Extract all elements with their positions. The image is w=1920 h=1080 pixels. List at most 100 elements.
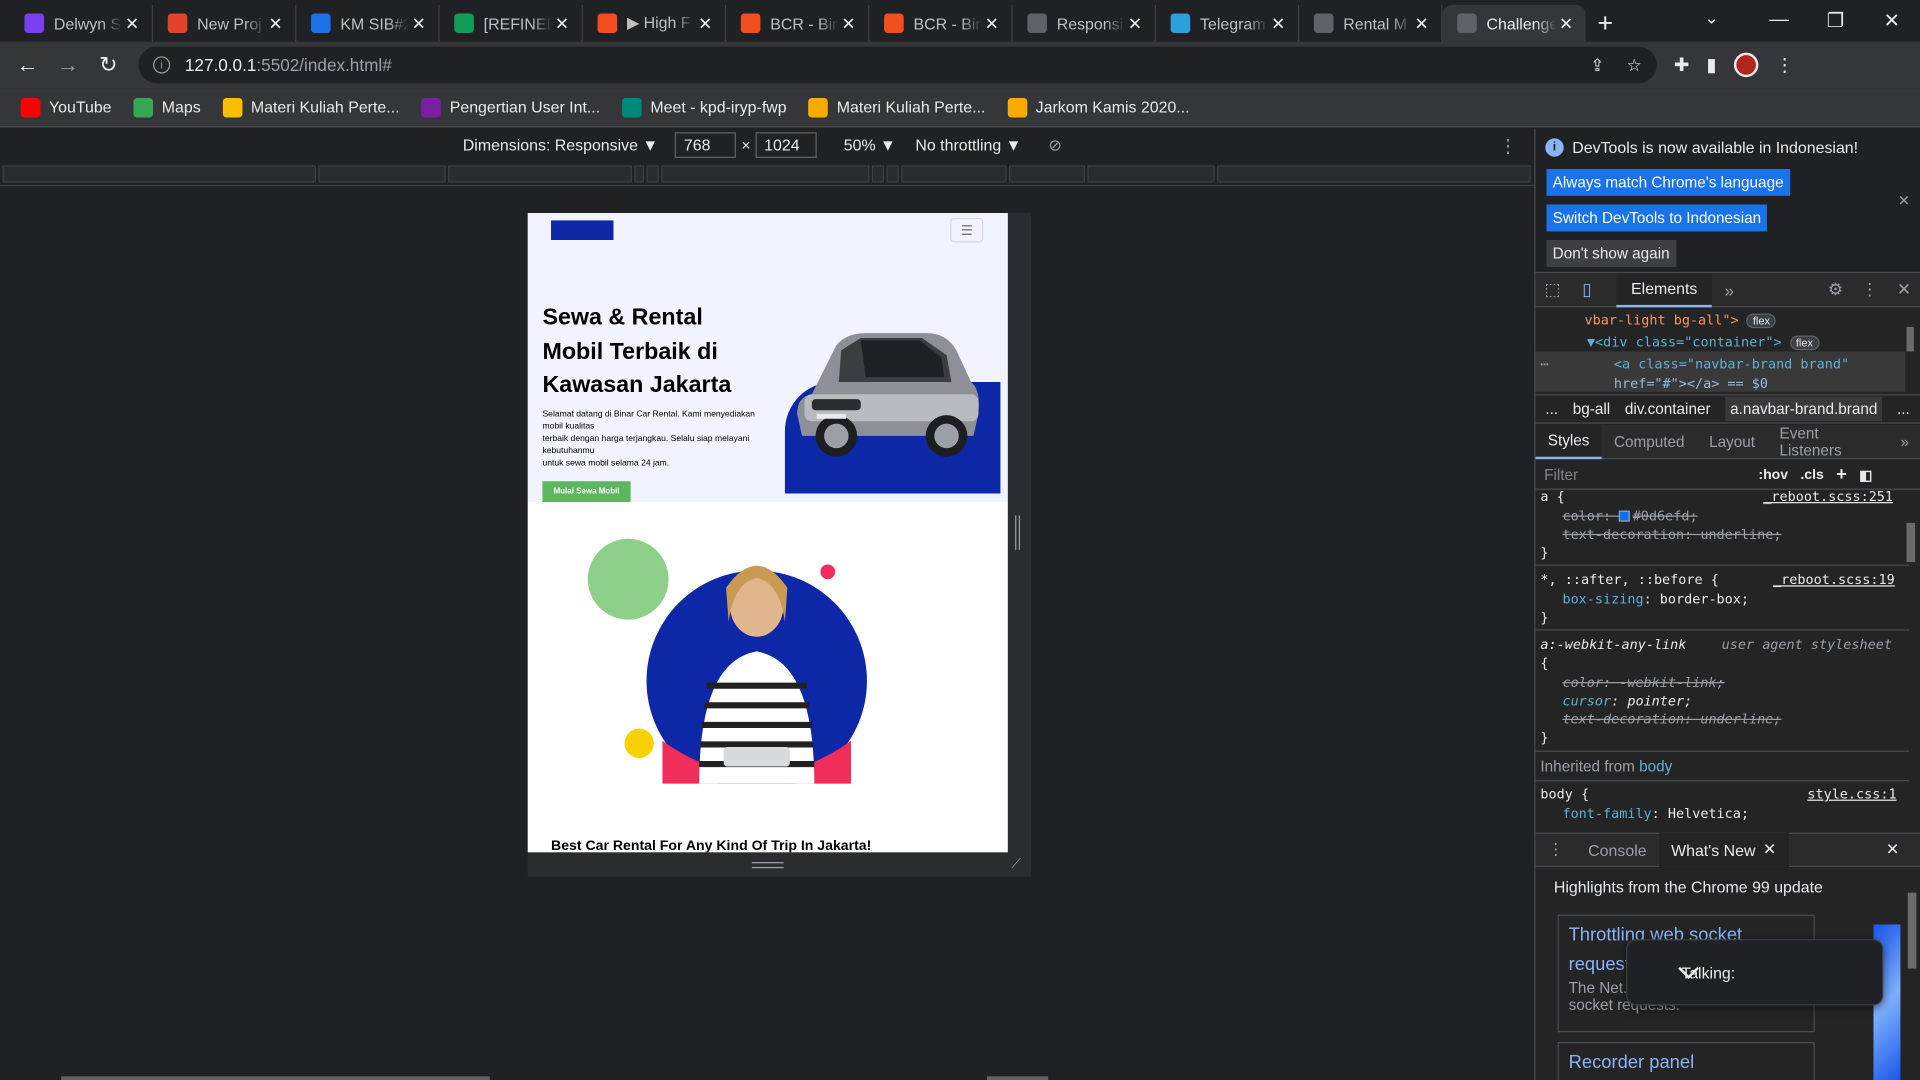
side-panel-icon[interactable]: ▮ bbox=[1706, 54, 1716, 76]
browser-tab[interactable]: [REFINED ✕ bbox=[440, 4, 583, 42]
match-language-button[interactable]: Always match Chrome's language bbox=[1546, 168, 1790, 196]
switch-language-button[interactable]: Switch DevTools to Indonesian bbox=[1546, 204, 1768, 232]
bookmark-star-icon[interactable]: ☆ bbox=[1627, 54, 1642, 75]
breadcrumb-item[interactable]: div.container bbox=[1625, 400, 1711, 417]
css-source-link[interactable]: _reboot.scss:19 bbox=[1773, 572, 1895, 588]
tab-close-icon[interactable]: ✕ bbox=[552, 13, 572, 34]
bookmark-item[interactable]: YouTube bbox=[10, 97, 123, 117]
close-devtools-icon[interactable]: ✕ bbox=[1887, 279, 1920, 300]
browser-tab[interactable]: Rental M ✕ bbox=[1299, 4, 1443, 42]
rotate-icon[interactable]: ⊘ bbox=[1048, 135, 1061, 155]
browser-tab[interactable]: Delwyn S ✕ bbox=[10, 4, 154, 42]
tab-close-icon[interactable]: ✕ bbox=[982, 13, 1002, 34]
new-rule-icon[interactable]: + bbox=[1836, 464, 1847, 485]
css-declaration[interactable]: color: #0d6efd; bbox=[1562, 508, 1697, 524]
settings-gear-icon[interactable]: ⚙ bbox=[1818, 279, 1852, 300]
tab-search-chevron-icon[interactable]: ⌄ bbox=[1705, 7, 1719, 28]
back-button[interactable]: ← bbox=[7, 45, 47, 85]
styles-subtab[interactable]: Layout bbox=[1697, 424, 1767, 458]
tab-close-icon[interactable]: ✕ bbox=[1412, 13, 1432, 34]
css-selector[interactable]: *, ::after, ::before { bbox=[1540, 572, 1718, 588]
tab-close-icon[interactable]: ✕ bbox=[266, 13, 286, 34]
browser-tab[interactable]: KM SIB#2 ✕ bbox=[296, 4, 440, 42]
tab-close-icon[interactable]: ✕ bbox=[122, 13, 142, 34]
css-selector[interactable]: a:-webkit-any-link bbox=[1540, 637, 1686, 653]
drawer-menu-icon[interactable]: ⋮ bbox=[1536, 840, 1576, 860]
bookmark-item[interactable]: Meet - kpd-iryp-fwp bbox=[611, 97, 797, 117]
css-selector[interactable]: a { bbox=[1540, 491, 1564, 504]
dont-show-again-button[interactable]: Don't show again bbox=[1546, 240, 1676, 267]
browser-tab[interactable]: Challenge ✕ bbox=[1442, 4, 1586, 42]
tab-close-icon[interactable]: ✕ bbox=[839, 13, 859, 34]
tab-elements[interactable]: Elements bbox=[1616, 272, 1713, 307]
tab-close-icon[interactable]: ✕ bbox=[1556, 13, 1576, 34]
share-icon[interactable]: ⇪ bbox=[1590, 54, 1604, 75]
resize-handle-corner-icon[interactable]: ⟋ bbox=[1011, 857, 1026, 872]
talking-toast[interactable]: Talking: bbox=[1626, 939, 1884, 1006]
profile-avatar[interactable] bbox=[1733, 52, 1759, 78]
styles-scrollbar[interactable] bbox=[1906, 462, 1917, 824]
css-source-link[interactable]: _reboot.scss:251 bbox=[1763, 491, 1893, 504]
infobar-close-icon[interactable]: ✕ bbox=[1898, 192, 1910, 209]
dom-line[interactable]: ▼<div class="container"> flex bbox=[1587, 334, 1820, 351]
styles-subtab[interactable]: Computed bbox=[1602, 424, 1697, 458]
feature-card[interactable]: Recorder panel improvements bbox=[1557, 1042, 1815, 1080]
tab-close-icon[interactable]: ✕ bbox=[409, 13, 429, 34]
dimensions-dropdown[interactable]: Dimensions: Responsive ▼ bbox=[463, 136, 658, 154]
cls-toggle[interactable]: .cls bbox=[1800, 467, 1823, 482]
restore-button[interactable]: ❐ bbox=[1807, 0, 1863, 42]
site-info-icon[interactable]: i bbox=[153, 56, 171, 74]
browser-tab[interactable]: BCR - Bin ✕ bbox=[726, 4, 870, 42]
dom-line-selected[interactable]: <a class="navbar-brand brand" bbox=[1614, 356, 1849, 372]
close-tab-icon[interactable]: ✕ bbox=[1756, 840, 1776, 860]
bookmark-item[interactable]: Materi Kuliah Perte... bbox=[212, 97, 411, 117]
whats-new-scrollbar[interactable] bbox=[1907, 868, 1918, 1080]
address-bar[interactable]: i 127.0.0.1:5502/index.html# ⇪ ☆ bbox=[138, 46, 1657, 84]
dom-line-selected[interactable]: href="#"></a> == $0 bbox=[1614, 376, 1768, 392]
device-toolbar-menu-icon[interactable]: ⋮ bbox=[1499, 135, 1517, 157]
minimize-button[interactable]: — bbox=[1751, 0, 1807, 42]
navbar-brand-logo[interactable] bbox=[551, 220, 614, 241]
rent-car-button[interactable]: Mulai Sewa Mobil bbox=[542, 481, 631, 503]
tab-close-icon[interactable]: ✕ bbox=[696, 13, 716, 34]
styles-subtab[interactable]: Styles bbox=[1535, 424, 1602, 459]
css-selector[interactable]: body { bbox=[1540, 786, 1589, 802]
inspect-element-icon[interactable]: ⬚ bbox=[1536, 279, 1570, 300]
feature-card-title[interactable]: Recorder panel improvements bbox=[1569, 1048, 1804, 1080]
browser-tab[interactable]: Responsi ✕ bbox=[1013, 4, 1156, 42]
browser-tab[interactable]: ▶ High F ✕ bbox=[583, 4, 727, 42]
browser-menu-icon[interactable]: ⋮ bbox=[1775, 54, 1793, 76]
breadcrumb-item[interactable]: ... bbox=[1545, 400, 1558, 417]
breadcrumb-item[interactable]: ... bbox=[1897, 400, 1910, 417]
tab-close-icon[interactable]: ✕ bbox=[1125, 13, 1145, 34]
css-declaration[interactable]: box-sizing: border-box; bbox=[1562, 591, 1749, 607]
dom-line[interactable]: vbar-light bg-all"> flex bbox=[1585, 312, 1777, 329]
color-swatch[interactable] bbox=[1619, 510, 1631, 522]
hov-toggle[interactable]: :hov bbox=[1758, 467, 1788, 482]
styles-filter-input[interactable]: Filter bbox=[1544, 466, 1746, 483]
tab-whats-new[interactable]: What's New ✕ bbox=[1658, 832, 1789, 867]
close-drawer-icon[interactable]: ✕ bbox=[1874, 840, 1912, 860]
forward-button[interactable]: → bbox=[48, 45, 88, 85]
reload-button[interactable]: ↻ bbox=[88, 45, 128, 85]
throttle-dropdown[interactable]: No throttling ▼ bbox=[915, 136, 1021, 154]
css-declaration[interactable]: cursor: pointer; bbox=[1562, 693, 1692, 709]
bookmark-item[interactable]: Materi Kuliah Perte... bbox=[798, 97, 997, 117]
css-source-link[interactable]: style.css:1 bbox=[1807, 786, 1896, 802]
device-height-input[interactable] bbox=[755, 132, 817, 158]
toggle-sidebar-icon[interactable]: ◧ bbox=[1859, 466, 1872, 483]
new-tab-button[interactable]: + bbox=[1586, 5, 1625, 42]
hamburger-menu-icon[interactable]: ☰ bbox=[950, 217, 984, 243]
browser-tab[interactable]: Telegram ✕ bbox=[1156, 4, 1300, 42]
bookmark-item[interactable]: Pengertian User Int... bbox=[411, 97, 612, 117]
resize-handle-bottom[interactable] bbox=[751, 862, 784, 869]
devtools-menu-icon[interactable]: ⋮ bbox=[1853, 279, 1887, 300]
bookmark-item[interactable]: Jarkom Kamis 2020... bbox=[996, 97, 1200, 117]
device-width-input[interactable] bbox=[675, 132, 737, 158]
zoom-dropdown[interactable]: 50% ▼ bbox=[844, 136, 896, 154]
dom-scrollbar[interactable] bbox=[1906, 312, 1917, 385]
device-toggle-icon[interactable]: ▯ bbox=[1570, 279, 1604, 300]
extensions-puzzle-icon[interactable]: ✚ bbox=[1674, 54, 1689, 76]
resize-handle-right[interactable] bbox=[1015, 515, 1021, 550]
browser-tab[interactable]: BCR - Bin ✕ bbox=[869, 4, 1013, 42]
